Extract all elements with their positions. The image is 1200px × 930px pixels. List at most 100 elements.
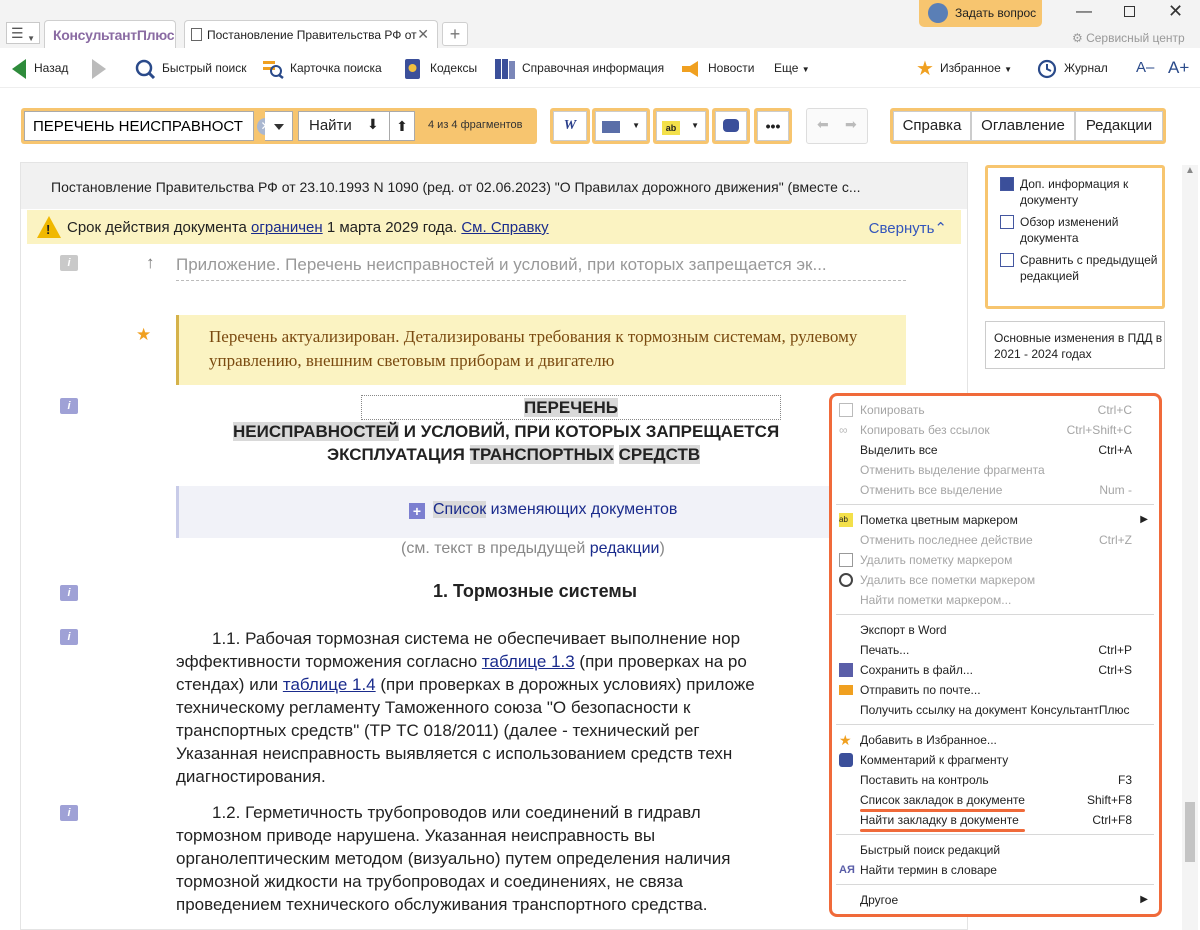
expand-plus-icon[interactable]: + [409,503,425,519]
back-label: Назад [34,61,69,75]
menu-send-mail[interactable]: Отправить по почте... [836,680,1154,700]
previous-edition-link[interactable]: редакции [590,540,660,557]
tab-home-logo[interactable]: КонсультантПлюс [44,20,176,48]
menu-separator [836,884,1154,885]
menu-cancel-all[interactable]: Отменить все выделение Num - [836,480,1154,500]
pdd-changes-link[interactable]: Основные изменения в ПДД в 2021 - 2024 г… [985,321,1165,369]
service-center-link[interactable]: ⚙ Сервисный центр [1072,31,1185,45]
menu-select-all[interactable]: Выделить все Ctrl+A [836,440,1154,460]
arrow-up-icon[interactable]: ↑ [146,253,155,273]
ellipsis-icon: ••• [757,111,789,141]
menu-get-link[interactable]: Получить ссылку на документ КонсультантП… [836,700,1154,720]
maximize-icon[interactable] [1124,6,1135,17]
close-window-icon[interactable]: ✕ [1168,1,1183,22]
menu-other[interactable]: Другое ▶ [836,890,1154,910]
table-1-3-link[interactable]: таблице 1.3 [482,652,575,671]
more-actions-button[interactable]: ••• [754,108,792,144]
p12-line-1: 1.2. Герметичность трубопроводов или сое… [212,803,701,822]
menu-bookmark-list[interactable]: Список закладок в документе Shift+F8 [836,790,1154,810]
menu-undo[interactable]: Отменить последнее действие Ctrl+Z [836,530,1154,550]
comment-button[interactable] [712,108,750,144]
compare-edition-label: Сравнить с предыдущей редакцией [1020,253,1158,283]
info-icon[interactable]: i [60,805,78,821]
menu-shortcut: Ctrl+P [1098,643,1132,657]
menu-quick-edition-search[interactable]: Быстрый поиск редакций [836,840,1154,860]
menu-find-bookmark[interactable]: Найти закладку в документе Ctrl+F8 [836,810,1154,830]
close-tab-icon[interactable]: ✕ [417,26,429,43]
appendix-link[interactable]: Приложение. Перечень неисправностей и ус… [176,255,906,281]
see-text: (см. текст в предыдущей [401,540,590,557]
tab-document[interactable]: Постановление Правительства РФ от ✕ [184,20,438,48]
marker-button[interactable]: ab ▼ [653,108,709,144]
more-button[interactable]: Еще ▼ [774,58,810,80]
menu-copy[interactable]: Копировать Ctrl+C [836,400,1154,420]
changing-link-b[interactable]: изменяющих документов [486,501,678,518]
menu-label: Быстрый поиск редакций [860,843,1001,857]
compare-edition-link[interactable]: Сравнить с предыдущей редакцией [998,252,1158,284]
menu-put-on-control[interactable]: Поставить на контроль F3 [836,770,1154,790]
menu-export-word[interactable]: Экспорт в Word [836,620,1154,640]
favorites-button[interactable]: ★ Избранное ▼ [916,58,1012,80]
vertical-scrollbar[interactable]: ▲ [1182,165,1198,930]
reference-books-icon [495,58,515,79]
search-card-button[interactable]: Карточка поиска [262,58,382,80]
nav-back-icon[interactable]: ⬅ [817,116,829,133]
tab-spravka[interactable]: Справка [893,111,971,141]
menu-color-marker[interactable]: ab Пометка цветным маркером ▶ [836,510,1154,530]
font-decrease-button[interactable]: A– [1136,58,1154,80]
validity-link[interactable]: ограничен [251,219,323,236]
right-tabs: Справка Оглавление Редакции [890,108,1166,144]
find-previous-button[interactable]: ⬆ [389,111,415,141]
reference-button[interactable]: Справочная информация [494,58,664,80]
changing-documents-block[interactable]: + Список изменяющих документов [176,486,906,538]
forward-button[interactable] [92,58,106,80]
main-menu-button[interactable]: ☰ ▼ [6,22,40,44]
info-icon[interactable]: i [60,629,78,645]
menu-find-markers[interactable]: Найти пометки маркером... [836,590,1154,610]
chevron-up-icon: ⌃ [934,220,947,237]
table-1-4-link[interactable]: таблице 1.4 [283,675,376,694]
codes-book-icon [405,58,420,79]
menu-label: Другое [860,893,899,907]
menu-comment[interactable]: Комментарий к фрагменту [836,750,1154,770]
document-view[interactable]: Постановление Правительства РФ от 23.10.… [20,162,968,930]
collapse-button[interactable]: Свернуть⌃ [869,219,947,237]
changes-review-link[interactable]: Обзор изменений документа [998,214,1158,246]
search-history-dropdown[interactable] [265,111,293,141]
menu-find-term[interactable]: AЯ Найти термин в словаре [836,860,1154,880]
menu-delete-all-markers[interactable]: Удалить все пометки маркером [836,570,1154,590]
scroll-up-icon[interactable]: ▲ [1185,165,1195,176]
ask-question-button[interactable]: Задать вопрос [919,0,1042,27]
menu-copy-no-links[interactable]: ∞ Копировать без ссылок Ctrl+Shift+C [836,420,1154,440]
info-icon[interactable]: i [60,585,78,601]
new-tab-button[interactable]: + [442,22,468,46]
news-button[interactable]: Новости [680,58,754,80]
nav-arrows[interactable]: ⬅ ➡ [806,108,868,144]
info-icon[interactable]: i [60,398,78,414]
menu-cancel-fragment[interactable]: Отменить выделение фрагмента [836,460,1154,480]
info-icon[interactable]: i [60,255,78,271]
journal-button[interactable]: Журнал [1036,58,1108,80]
back-button[interactable]: Назад [12,58,68,80]
word-export-button[interactable]: W [550,108,590,144]
main-toolbar: Назад Быстрый поиск Карточка поиска Коде… [0,48,1200,88]
menu-delete-marker[interactable]: Удалить пометку маркером [836,550,1154,570]
menu-save-file[interactable]: Сохранить в файл... Ctrl+S [836,660,1154,680]
font-increase-button[interactable]: A+ [1168,58,1189,80]
extra-info-link[interactable]: Доп. информация к документу [998,176,1158,208]
document-search-input[interactable] [24,111,254,141]
codes-button[interactable]: Кодексы [402,58,477,80]
tab-oglavlenie[interactable]: Оглавление [971,111,1075,141]
quick-search-button[interactable]: Быстрый поиск [134,58,246,80]
minimize-icon[interactable]: — [1076,3,1092,21]
changing-link-a[interactable]: Список [433,501,487,518]
tab-redakcii[interactable]: Редакции [1075,111,1163,141]
scroll-thumb[interactable] [1185,802,1195,862]
print-button[interactable]: ▼ [592,108,650,144]
see-reference-link[interactable]: См. Справку [461,219,548,236]
menu-print[interactable]: Печать... Ctrl+P [836,640,1154,660]
star-plus-icon: ★ [839,732,852,748]
nav-forward-icon[interactable]: ➡ [845,116,857,133]
menu-label: Пометка цветным маркером [860,513,1018,527]
menu-add-favorites[interactable]: ★ Добавить в Избранное... [836,730,1154,750]
